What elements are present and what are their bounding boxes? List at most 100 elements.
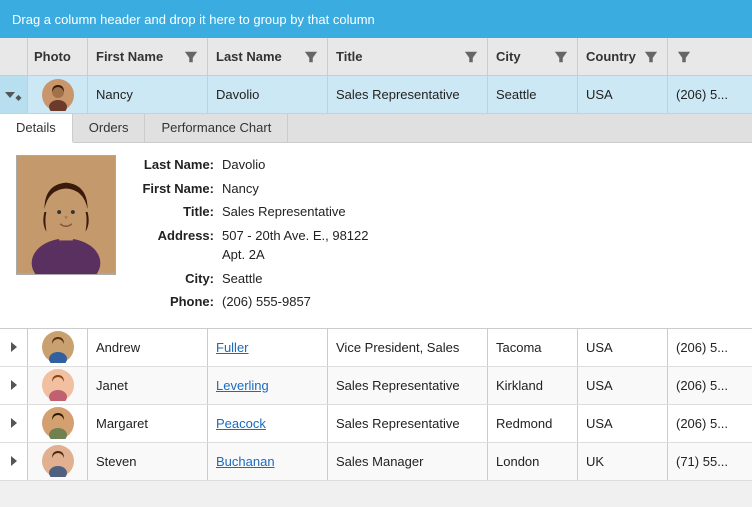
detail-avatar [17,155,115,274]
detail-title-row: Title: Sales Representative [132,202,736,222]
row-phone: (206) 5... [668,329,752,366]
row-avatar [42,407,74,439]
row-country: USA [578,367,668,404]
row-avatar [42,369,74,401]
photo-cell [28,366,88,404]
grid-header: Photo First Name Last Name Title City Co… [0,38,752,76]
table-row[interactable]: Janet Leverling Sales Representative Kir… [0,367,752,405]
row-country: UK [578,443,668,480]
city-value: Seattle [222,269,262,289]
selected-city: Seattle [488,76,578,113]
row-city: Tacoma [488,329,578,366]
firstname-value: Nancy [222,179,259,199]
drag-bar: Drag a column header and drop it here to… [0,0,752,38]
expand-right-arrow [11,380,17,390]
row-avatar [42,445,74,477]
diamond-marker: ◆ [15,88,21,103]
expand-cell[interactable] [0,443,28,480]
firstname-filter-icon[interactable] [183,49,199,65]
row-lastname: Buchanan [208,443,328,480]
detail-tabs: Details Orders Performance Chart [0,114,752,143]
selected-photo-cell [28,76,88,114]
row-phone: (206) 5... [668,405,752,442]
selected-title: Sales Representative [328,76,488,113]
city-filter-icon[interactable] [553,49,569,65]
table-row[interactable]: Andrew Fuller Vice President, Sales Taco… [0,329,752,367]
row-lastname: Fuller [208,329,328,366]
detail-photo [16,155,116,275]
row-lastname: Peacock [208,405,328,442]
row-firstname: Steven [88,443,208,480]
lastname-column-header[interactable]: Last Name [208,38,328,75]
tab-details[interactable]: Details [0,114,73,143]
photo-cell [28,404,88,442]
detail-city-row: City: Seattle [132,269,736,289]
address-label: Address: [132,226,222,265]
firstname-label: First Name: [132,179,222,199]
grid-body: Andrew Fuller Vice President, Sales Taco… [0,329,752,481]
detail-phone-row: Phone: (206) 555-9857 [132,292,736,312]
drag-bar-text: Drag a column header and drop it here to… [12,12,375,27]
detail-content: Last Name: Davolio First Name: Nancy Tit… [0,143,752,328]
expand-column-header [0,38,28,75]
row-country: USA [578,405,668,442]
selected-expand-cell[interactable]: ◆ [0,76,28,113]
lastname-label: Last Name: [132,155,222,175]
tab-orders[interactable]: Orders [73,114,146,142]
city-column-header[interactable]: City [488,38,578,75]
extra-filter-icon[interactable] [676,49,692,65]
country-filter-icon[interactable] [643,49,659,65]
detail-firstname-row: First Name: Nancy [132,179,736,199]
phone-value: (206) 555-9857 [222,292,311,312]
row-title: Sales Representative [328,405,488,442]
row-phone: (206) 5... [668,367,752,404]
selected-row[interactable]: ◆ Nancy Davolio Sales Representative Sea… [0,76,752,114]
extra-filter-button[interactable] [668,38,696,75]
title-filter-icon[interactable] [463,49,479,65]
expand-right-arrow [11,418,17,428]
row-city: Redmond [488,405,578,442]
row-lastname: Leverling [208,367,328,404]
detail-info: Last Name: Davolio First Name: Nancy Tit… [132,155,736,316]
detail-panel: Details Orders Performance Chart [0,114,752,329]
selected-phone: (206) 5... [668,76,752,113]
address-value: 507 - 20th Ave. E., 98122 Apt. 2A [222,226,369,265]
row-firstname: Janet [88,367,208,404]
table-row[interactable]: Margaret Peacock Sales Representative Re… [0,405,752,443]
expand-right-arrow [11,456,17,466]
city-label: City: [132,269,222,289]
country-column-header[interactable]: Country [578,38,668,75]
expand-cell[interactable] [0,367,28,404]
lastname-value: Davolio [222,155,265,175]
row-phone: (71) 55... [668,443,752,480]
row-firstname: Margaret [88,405,208,442]
expand-right-arrow [11,342,17,352]
detail-address-row: Address: 507 - 20th Ave. E., 98122 Apt. … [132,226,736,265]
selected-firstname: Nancy [88,76,208,113]
selected-lastname: Davolio [208,76,328,113]
detail-lastname-row: Last Name: Davolio [132,155,736,175]
row-avatar [42,331,74,363]
expand-cell[interactable] [0,405,28,442]
title-value: Sales Representative [222,202,346,222]
row-city: London [488,443,578,480]
expand-down-arrow [5,92,15,98]
title-column-header[interactable]: Title [328,38,488,75]
nancy-avatar [42,79,74,111]
title-label: Title: [132,202,222,222]
tab-performance-chart[interactable]: Performance Chart [145,114,288,142]
photo-column-header: Photo [28,38,88,75]
phone-label: Phone: [132,292,222,312]
lastname-filter-icon[interactable] [303,49,319,65]
row-country: USA [578,329,668,366]
row-title: Sales Manager [328,443,488,480]
photo-cell [28,329,88,367]
expand-cell[interactable] [0,329,28,366]
table-row[interactable]: Steven Buchanan Sales Manager London UK … [0,443,752,481]
row-title: Sales Representative [328,367,488,404]
row-firstname: Andrew [88,329,208,366]
firstname-column-header[interactable]: First Name [88,38,208,75]
selected-country: USA [578,76,668,113]
photo-cell [28,442,88,480]
row-city: Kirkland [488,367,578,404]
